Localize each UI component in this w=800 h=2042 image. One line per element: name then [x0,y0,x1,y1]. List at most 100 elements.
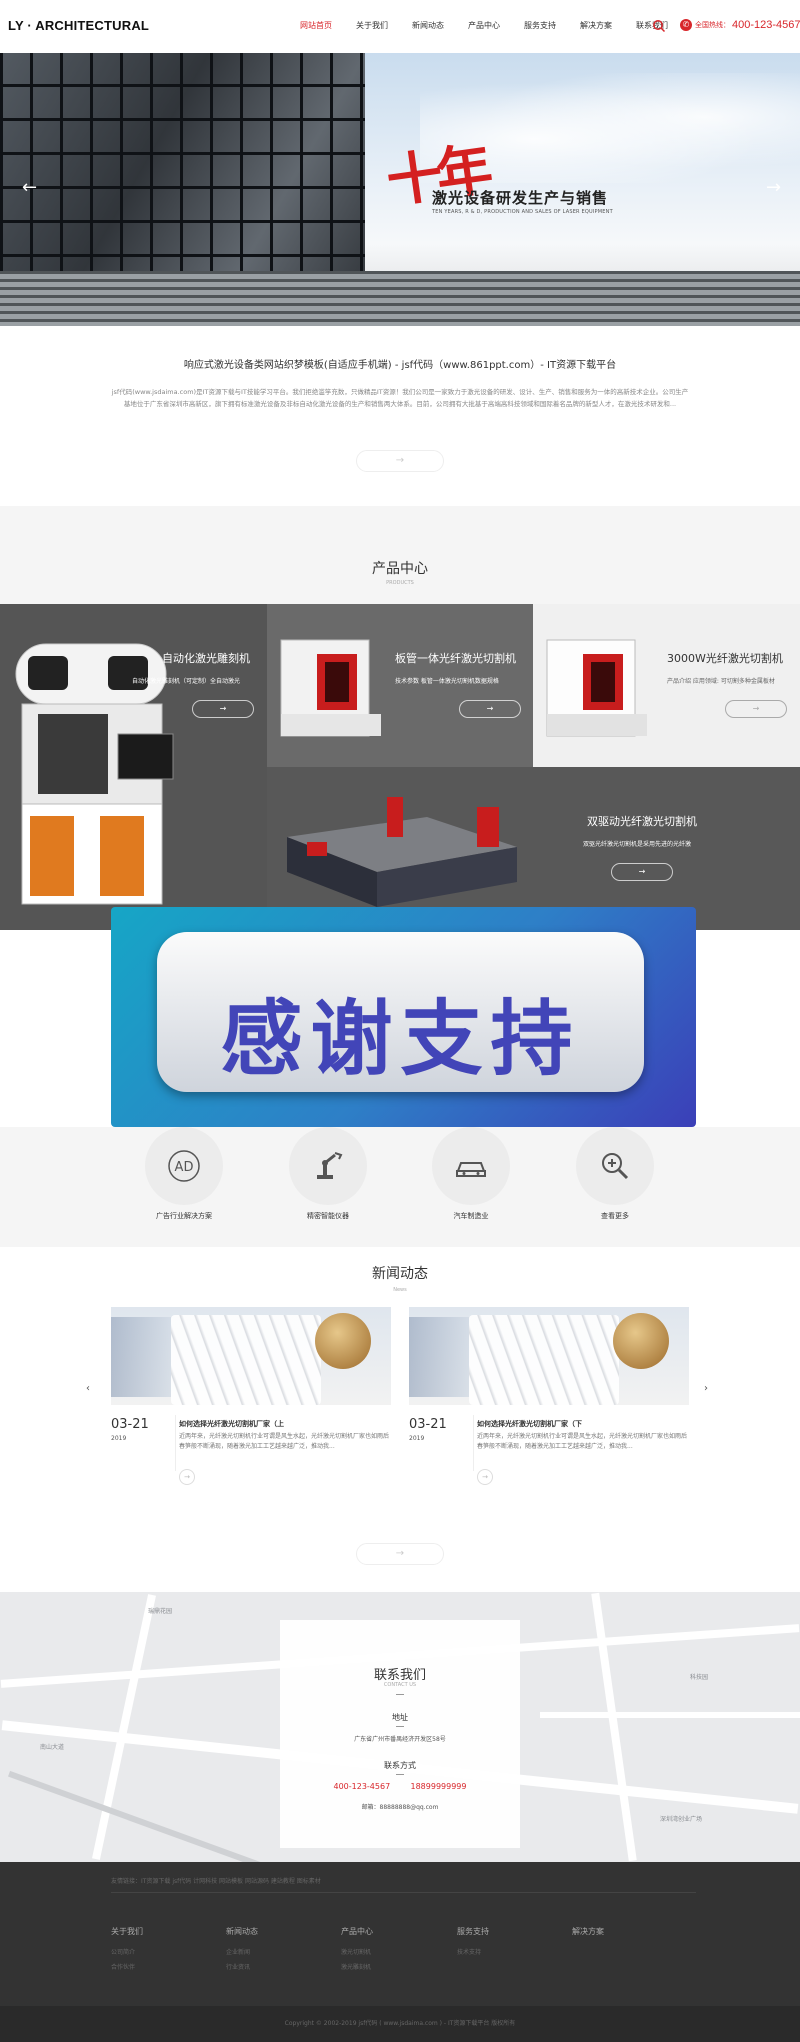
solution-auto[interactable]: 汽车制造业 [431,1127,511,1221]
phone-2[interactable]: 18899999999 [411,1782,467,1791]
zoom-in-icon [576,1127,654,1205]
products-subtitle: PRODUCTS [386,580,414,586]
news-subtitle: News [393,1287,407,1293]
solution-more[interactable]: 查看更多 [575,1127,655,1221]
product-name: 板管一体光纤激光切割机 [395,652,516,665]
thanks-overlay-banner: 感谢支持 [111,907,696,1127]
nav-about[interactable]: 关于我们 [356,20,388,31]
footer-heading[interactable]: 关于我们 [111,1926,143,1937]
banner-prev-arrow-icon[interactable]: ← [22,177,37,198]
divider [396,1694,404,1695]
news-more-button[interactable]: → [477,1469,493,1485]
banner-headline: 激光设备研发生产与销售 [432,189,609,207]
hero-banner: 十年 激光设备研发生产与销售 TEN YEARS, R & D, PRODUCT… [0,53,800,326]
footer-link[interactable]: 技术支持 [457,1947,489,1956]
main-nav: 网站首页 关于我们 新闻动态 产品中心 服务支持 解决方案 联系我们 [300,20,692,31]
footer-heading[interactable]: 服务支持 [457,1926,489,1937]
product-card-dual-drive[interactable]: 双驱动光纤激光切割机 双驱光纤激光切割机是采用先进的光纤激 → [267,767,800,930]
nav-news[interactable]: 新闻动态 [412,20,444,31]
news-section: 新闻动态 News ‹ › 03-21 2019 如何选择光纤激光切割机厂家（上… [0,1247,800,1592]
car-icon [432,1127,510,1205]
footer-link[interactable]: 激光切割机 [341,1947,373,1956]
contact-title: 联系我们 [373,1668,426,1683]
map-label: 科技园 [690,1674,709,1681]
footer-col-about: 关于我们 公司简介 合作伙伴 [111,1926,143,1977]
map-label: 深圳湾创业广场 [660,1816,703,1823]
footer-link[interactable]: 行业资讯 [226,1962,258,1971]
contact-email[interactable]: 邮箱：88888888@qq.com [280,1802,520,1811]
solution-instruments[interactable]: 精密智能仪器 [288,1127,368,1221]
thanks-text: 感谢支持 [220,992,581,1087]
product-more-button[interactable]: → [611,863,673,881]
map-label: 瑞鼎花园 [148,1608,173,1615]
news-item[interactable]: 03-21 2019 如何选择光纤激光切割机厂家（下 近两年来，光纤激光切割机行… [409,1307,689,1485]
solution-label: 查看更多 [601,1212,629,1220]
solution-label: 精密智能仪器 [307,1212,349,1220]
hotline-label: 全国热线： [695,21,730,29]
news-image [111,1307,391,1405]
product-more-button[interactable]: → [192,700,254,718]
intro-text: jsf代码(www.jsdaima.com)是IT资源下载与IT技能学习平台。我… [111,388,689,408]
product-more-button[interactable]: → [725,700,787,718]
copyright: Copyright © 2002-2019 jsf代码 ( www.jsdaim… [0,2006,800,2042]
news-desc: 近两年来，光纤激光切割机行业可谓是风生水起，光纤激光切割机厂家也如雨后春笋般不断… [179,1433,390,1450]
dual-drive-cutter-image [287,797,517,907]
banner-steps-image [0,271,800,326]
contact-phones: 400-123-4567 18899999999 [280,1782,520,1791]
ad-icon-text: AD [175,1160,194,1175]
products-title: 产品中心 [372,561,428,577]
nav-solutions[interactable]: 解决方案 [580,20,612,31]
thanks-overlay-panel: 感谢支持 [157,932,644,1092]
nav-home[interactable]: 网站首页 [300,20,332,31]
solution-advertising[interactable]: AD 广告行业解决方案 [144,1127,224,1221]
phone-1[interactable]: 400-123-4567 [333,1782,390,1791]
footer-heading[interactable]: 新闻动态 [226,1926,258,1937]
footer-heading[interactable]: 解决方案 [572,1926,604,1937]
product-desc: 双驱光纤激光切割机是采用先进的光纤激 [583,841,692,848]
address-value: 广东省广州市番禺经济开发区58号 [354,1736,446,1743]
news-divider [175,1415,176,1471]
banner-next-arrow-icon[interactable]: → [766,177,781,198]
footer-link[interactable]: 激光雕刻机 [341,1962,373,1971]
site-footer: 友情链接：IT资源下载 jsf代码 计网科技 网站模板 网站源码 建站教程 图标… [0,1862,800,2006]
footer-link[interactable]: 公司简介 [111,1947,143,1956]
hotline: ✆ 全国热线： 400-123-4567 [680,19,800,31]
contact-map[interactable]: 瑞鼎花园 深圳湾创业广场 南山大道 科技园 联系我们 CONTACT US 地址… [0,1592,800,1862]
contact-card: 联系我们 CONTACT US 地址 广东省广州市番禺经济开发区58号 联系方式… [280,1620,520,1848]
news-title-link[interactable]: 如何选择光纤激光切割机厂家（上 [179,1419,284,1429]
news-date: 03-21 [409,1417,447,1432]
nav-service[interactable]: 服务支持 [524,20,556,31]
solution-label: 广告行业解决方案 [156,1212,212,1220]
news-prev-arrow-icon[interactable]: ‹ [86,1383,90,1394]
hotline-number: 400-123-4567 [732,19,800,31]
footer-link[interactable]: 合作伙伴 [111,1962,143,1971]
contact-method-label: 联系方式 [384,1761,416,1770]
site-logo[interactable]: LY · ARCHITECTURAL [8,18,149,33]
product-card-engraver[interactable]: 自动化激光雕刻机 自动化激光雕刻机（可定制）全自动激光 → [0,604,267,930]
news-desc: 近两年来，光纤激光切割机行业可谓是风生水起，光纤激光切割机厂家也如雨后春笋般不断… [477,1433,688,1450]
news-more-button[interactable]: → [179,1469,195,1485]
footer-link[interactable]: 企业新闻 [226,1947,258,1956]
news-next-arrow-icon[interactable]: › [704,1383,708,1394]
site-header: LY · ARCHITECTURAL 网站首页 关于我们 新闻动态 产品中心 服… [0,0,800,53]
news-year: 2019 [111,1435,127,1442]
product-desc: 产品介绍 应用领域: 可切割多种金属板材 [667,678,775,685]
news-title-link[interactable]: 如何选择光纤激光切割机厂家（下 [477,1419,582,1429]
search-icon[interactable] [652,19,666,33]
product-name: 双驱动光纤激光切割机 [587,815,697,828]
friend-links[interactable]: 友情链接：IT资源下载 jsf代码 计网科技 网站模板 网站源码 建站教程 图标… [111,1876,321,1885]
contact-subtitle: CONTACT US [383,1682,417,1688]
intro-section: 响应式激光设备类网站织梦模板(自适应手机端) - jsf代码（www.861pp… [0,326,800,506]
product-card-tube-cutter[interactable]: 板管一体光纤激光切割机 技术参数 板管一体激光切割机数据规格 → [267,604,533,767]
news-more-all-button[interactable]: → [356,1543,444,1565]
product-name: 自动化激光雕刻机 [162,652,250,665]
intro-more-button[interactable]: → [356,450,444,472]
news-item[interactable]: 03-21 2019 如何选择光纤激光切割机厂家（上 近两年来，光纤激光切割机行… [111,1307,391,1485]
phone-icon: ✆ [680,19,692,31]
footer-heading[interactable]: 产品中心 [341,1926,373,1937]
product-desc: 技术参数 板管一体激光切割机数据规格 [395,678,499,685]
product-more-button[interactable]: → [459,700,521,718]
nav-products[interactable]: 产品中心 [468,20,500,31]
news-date: 03-21 [111,1417,149,1432]
product-card-3000w[interactable]: 3000W光纤激光切割机 产品介绍 应用领域: 可切割多种金属板材 → [533,604,800,767]
